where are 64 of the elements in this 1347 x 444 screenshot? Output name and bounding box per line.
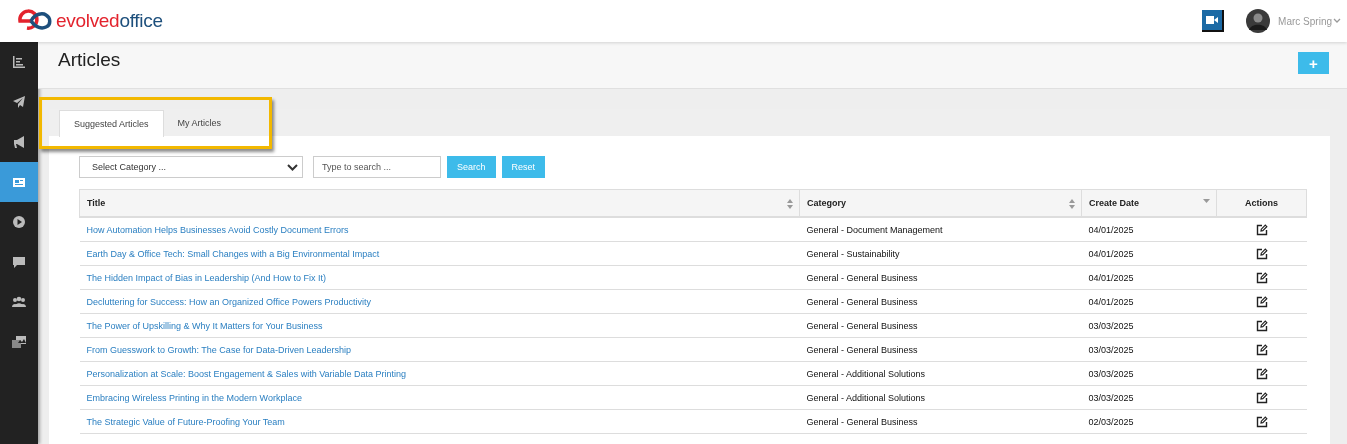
- table-cell: General - Sustainability: [806, 248, 900, 259]
- tab[interactable]: My Articles: [163, 109, 236, 136]
- table-cell: 03/03/2025: [1088, 368, 1134, 379]
- column-header[interactable]: Title: [79, 189, 800, 217]
- category-select[interactable]: Select Category ...: [79, 156, 303, 178]
- chevron-down-icon: [287, 163, 298, 171]
- article-link[interactable]: The Strategic Value of Future-Proofing Your Team: [86, 416, 285, 427]
- sort-icon: [1069, 199, 1075, 209]
- logo-icon: [17, 9, 53, 33]
- video-button[interactable]: [1202, 10, 1225, 32]
- article-link[interactable]: Decluttering for Success: How an Organized Office Powers Productivity: [86, 296, 371, 307]
- article-link[interactable]: Embracing Wireless Printing in the Modern Workplace: [86, 392, 302, 403]
- gallery-icon: [12, 335, 26, 349]
- edit-icon[interactable]: [1255, 343, 1268, 356]
- send-icon: [12, 95, 26, 109]
- play-icon: [12, 215, 26, 229]
- table-cell: General - General Business: [806, 416, 918, 427]
- sort-icon: [787, 199, 793, 209]
- column-header[interactable]: Create Date: [1081, 189, 1217, 217]
- edit-icon[interactable]: [1255, 295, 1268, 308]
- edit-icon[interactable]: [1255, 271, 1268, 284]
- table-cell: General - Additional Solutions: [806, 368, 926, 379]
- logo-text: evolvedoffice: [56, 10, 163, 32]
- sort-descending-icon: [1203, 199, 1210, 203]
- column-header[interactable]: Actions: [1216, 189, 1307, 217]
- article-link[interactable]: Earth Day & Office Tech: Small Changes with a Big Environmental Impact: [86, 248, 380, 259]
- table-cell: General - General Business: [806, 296, 918, 307]
- table-cell: General - General Business: [806, 320, 918, 331]
- edit-icon[interactable]: [1255, 247, 1268, 260]
- article-link[interactable]: Personalization at Scale: Boost Engagement & Sales with Variable Data Printing: [86, 368, 406, 379]
- table-cell: General - Additional Solutions: [806, 392, 926, 403]
- edit-icon[interactable]: [1255, 223, 1268, 236]
- table-cell: General - General Business: [806, 272, 918, 283]
- table-cell: 03/03/2025: [1088, 344, 1134, 355]
- edit-icon[interactable]: [1255, 391, 1268, 404]
- table-cell: 04/01/2025: [1088, 272, 1134, 283]
- table-cell: 04/01/2025: [1088, 296, 1134, 307]
- video-camera-icon: [1206, 16, 1219, 24]
- user-menu[interactable]: Marc Spring: [1274, 15, 1341, 27]
- table-cell: 03/03/2025: [1088, 392, 1134, 403]
- article-link[interactable]: The Power of Upskilling & Why It Matters for Your Business: [86, 320, 323, 331]
- column-header[interactable]: Category: [799, 189, 1082, 217]
- people-icon: [12, 295, 26, 309]
- table-cell: 04/01/2025: [1088, 224, 1134, 235]
- article-link[interactable]: How Automation Helps Businesses Avoid Costly Document Errors: [86, 224, 349, 235]
- table-cell: 04/01/2025: [1088, 248, 1134, 259]
- table-cell: 02/03/2025: [1088, 416, 1134, 427]
- edit-icon[interactable]: [1255, 319, 1268, 332]
- page-title: Articles: [58, 49, 121, 71]
- megaphone-icon: [12, 135, 26, 149]
- chart-icon: [12, 55, 26, 69]
- avatar-icon[interactable]: [1246, 9, 1271, 33]
- table-cell: General - Document Management: [806, 224, 943, 235]
- search-field[interactable]: Type to search ...: [313, 156, 441, 178]
- chevron-down-icon: [1333, 18, 1341, 24]
- tab[interactable]: Suggested Articles: [59, 110, 164, 137]
- edit-icon[interactable]: [1255, 415, 1268, 428]
- table-cell: 03/03/2025: [1088, 320, 1134, 331]
- article-link[interactable]: From Guesswork to Growth: The Case for Data-Driven Leadership: [86, 344, 351, 355]
- article-link[interactable]: The Hidden Impact of Bias in Leadership (And How to Fix It): [86, 272, 327, 283]
- article-icon: [12, 175, 26, 189]
- table-cell: General - General Business: [806, 344, 918, 355]
- edit-icon[interactable]: [1255, 367, 1268, 380]
- chat-icon: [12, 255, 26, 269]
